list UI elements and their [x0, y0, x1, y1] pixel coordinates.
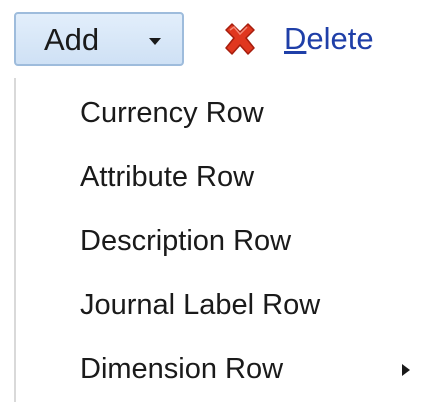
- chevron-right-icon: [402, 364, 410, 376]
- delete-button[interactable]: Delete: [220, 14, 390, 64]
- delete-label-rest: elete: [306, 21, 374, 56]
- menu-item-label: Attribute Row: [80, 161, 255, 193]
- menu-item-label: Description Row: [80, 225, 292, 257]
- add-dropdown-button[interactable]: Add: [14, 12, 184, 66]
- delete-mnemonic: D: [284, 21, 307, 56]
- add-dropdown-menu: Currency Row Attribute Row Description R…: [14, 78, 425, 402]
- menu-item-label: Currency Row: [80, 97, 264, 129]
- toolbar: Add Delete: [0, 0, 425, 78]
- chevron-down-icon: [149, 38, 161, 45]
- delete-button-label: Delete: [284, 22, 374, 56]
- add-button-label: Add: [44, 22, 100, 57]
- menu-item-currency-row[interactable]: Currency Row: [16, 84, 425, 142]
- menu-item-attribute-row[interactable]: Attribute Row: [16, 148, 425, 206]
- menu-item-journal-label-row[interactable]: Journal Label Row: [16, 276, 425, 334]
- menu-item-description-row[interactable]: Description Row: [16, 212, 425, 270]
- menu-item-dimension-row[interactable]: Dimension Row: [16, 340, 425, 398]
- menu-item-label: Dimension Row: [80, 353, 284, 385]
- delete-x-icon: [225, 23, 255, 55]
- page: Add Delete Currency Row Attribute Row De…: [0, 0, 425, 402]
- menu-item-label: Journal Label Row: [80, 289, 321, 321]
